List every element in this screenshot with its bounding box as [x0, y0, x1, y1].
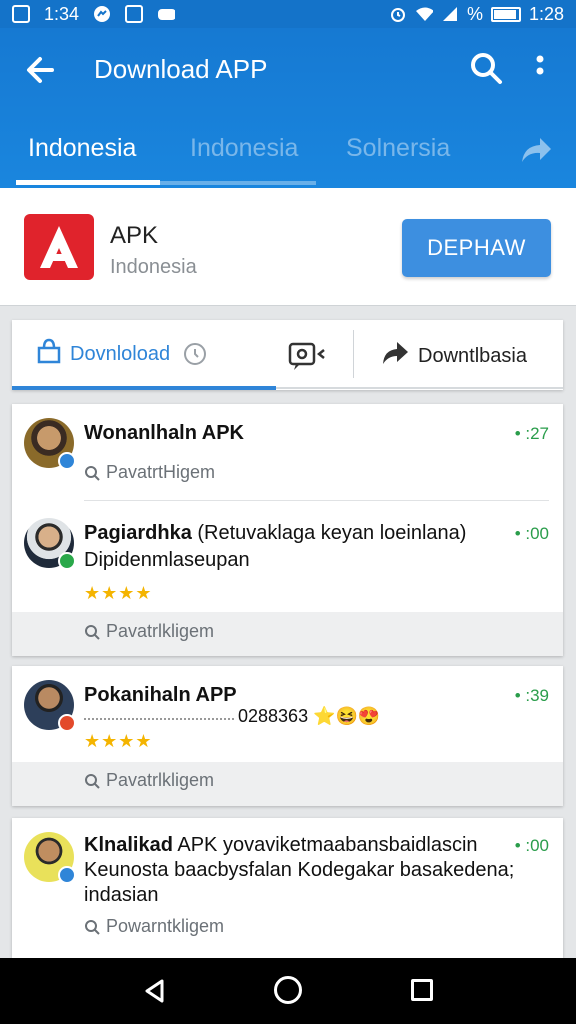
more-vert-icon[interactable]: [528, 52, 552, 84]
share-icon[interactable]: [518, 132, 554, 168]
item-meta: Pavatrlkligem: [84, 770, 214, 791]
tab-share[interactable]: Downtlbasia: [380, 338, 527, 374]
list-card: Pokanihaln APP • :39 0288363 ⭐😆😍 ★★★★ Pa…: [12, 666, 563, 806]
avatar: [24, 418, 76, 470]
item-title: Pagiardhka (Retuvaklaga keyan loeinlana): [84, 522, 467, 544]
video-chat-icon[interactable]: [288, 340, 328, 372]
search-small-icon: [84, 624, 100, 640]
list-card: Klnalikad APK yovaviketmaabansbaidlascin…: [12, 818, 563, 958]
tab-bar: Indonesia Indonesia Solnersia: [0, 128, 576, 188]
separator: [84, 500, 549, 501]
list-card: Wonanlhaln APK • :27 PavatrtHigem Pagiar…: [12, 404, 563, 656]
app-icon: [125, 5, 144, 23]
dotted-line: [84, 718, 234, 720]
secondary-tab-bar: Dovnloload Downtlbasia: [12, 320, 563, 390]
status-time-right: 1:28: [528, 3, 564, 24]
system-nav-bar: [0, 958, 576, 1024]
nav-recents-icon[interactable]: [411, 979, 433, 1001]
item-subtitle-2: indasian: [84, 884, 159, 906]
item-count: • :00: [514, 524, 549, 543]
item-meta: Pavatrlkligem: [84, 621, 214, 642]
nav-back-icon[interactable]: [142, 978, 168, 1004]
avatar: [24, 680, 76, 732]
app-name: APK: [110, 222, 159, 249]
item-title: Klnalikad APK yovaviketmaabansbaidlascin: [84, 834, 478, 856]
rating-stars: ★★★★: [84, 731, 153, 751]
tab-indonesia-1[interactable]: Indonesia: [28, 134, 136, 163]
search-small-icon: [84, 773, 100, 789]
tab-solnersia[interactable]: Solnersia: [346, 134, 450, 163]
rating-stars: ★★★★: [84, 583, 153, 603]
status-bar: 1:34 % 1:28: [0, 0, 576, 28]
nav-home-icon[interactable]: [274, 976, 302, 1004]
item-meta-label: Pavatrlkligem: [106, 770, 215, 790]
item-count: • :39: [514, 686, 549, 705]
app-subtitle: Indonesia: [110, 256, 197, 278]
search-icon[interactable]: [468, 50, 504, 86]
item-subtitle: Keunosta baacbysfalan Kodegakar basakede…: [84, 859, 515, 881]
item-title: Pokanihaln APP: [84, 684, 237, 706]
tab-download[interactable]: Dovnloload: [36, 338, 207, 370]
secondary-tab-indicator: [12, 386, 276, 390]
avatar: [24, 832, 76, 884]
item-meta-label: PavatrtHigem: [106, 462, 216, 482]
avatar: [24, 518, 76, 570]
battery-icon: [490, 6, 521, 22]
alarm-icon: [389, 5, 407, 23]
item-meta: PavatrtHigem: [84, 462, 215, 483]
tab-download-label: Dovnloload: [70, 342, 171, 365]
item-meta-label: Pavatrlkligem: [106, 621, 215, 641]
tab-divider: [353, 330, 354, 378]
app-bar: Download APP Indonesia Indonesia Solners…: [0, 28, 576, 188]
tab-indonesia-2[interactable]: Indonesia: [190, 134, 298, 163]
signal-percent: %: [466, 3, 483, 24]
tab-track: [160, 181, 316, 185]
item-meta-label: Powarntkligem: [106, 916, 225, 936]
download-button[interactable]: DEPHAW: [402, 219, 551, 277]
item-count: • :27: [514, 424, 549, 443]
status-time-left: 1:34: [44, 3, 80, 24]
wifi-icon: [415, 5, 433, 23]
item-subtitle: Dipidenmlaseupan: [84, 549, 250, 571]
emoji-reactions: ⭐😆😍: [313, 706, 381, 726]
signal-icon: [441, 5, 459, 23]
item-subtitle: 0288363 ⭐😆😍: [238, 706, 381, 726]
search-small-icon: [84, 919, 100, 935]
app-logo: [24, 214, 94, 280]
secondary-tab-track: [276, 387, 563, 389]
messenger-icon: [93, 5, 111, 23]
item-meta: Powarntkligem: [84, 916, 224, 937]
bag-icon: [36, 338, 62, 370]
tab-indicator: [16, 180, 160, 185]
notification-icon: [12, 5, 30, 23]
app-card: APK Indonesia DEPHAW: [0, 188, 576, 306]
item-title: Wonanlhaln APK: [84, 422, 244, 444]
page-title: Download APP: [94, 54, 268, 84]
item-count: • :00: [514, 836, 549, 855]
cloud-icon: [157, 5, 176, 23]
arrow-left-icon[interactable]: [22, 50, 62, 90]
search-small-icon: [84, 465, 100, 481]
tab-share-label: Downtlbasia: [418, 344, 527, 367]
share-arrow-icon: [380, 338, 410, 374]
clock-icon: [184, 343, 207, 365]
